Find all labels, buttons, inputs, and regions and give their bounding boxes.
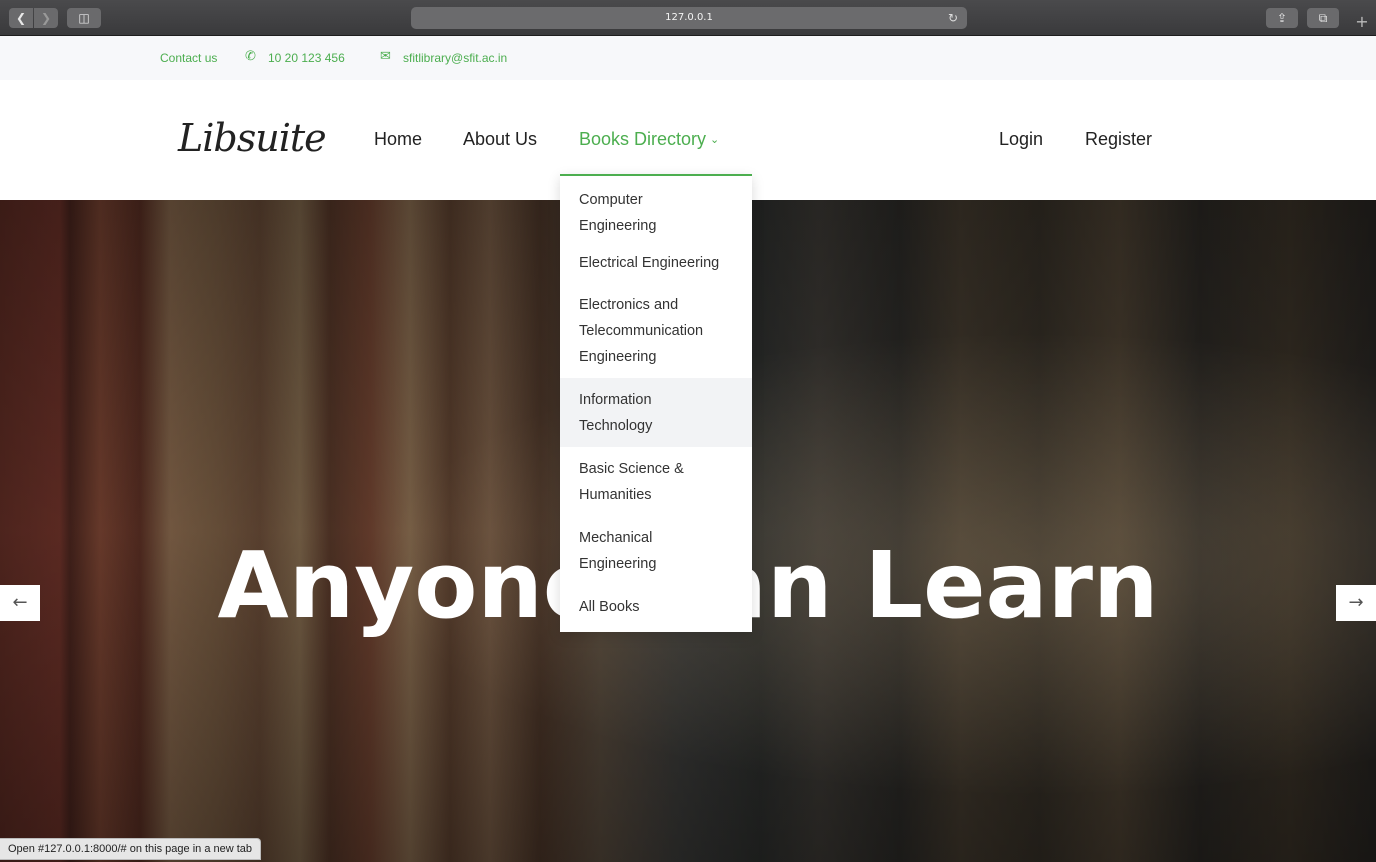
dropdown-item-label: Information [579,392,652,408]
dropdown-item-computer-engineering[interactable]: Computer Engineering [560,176,752,245]
email-link[interactable]: sfitlibrary@sfit.ac.in [403,51,507,65]
dropdown-item-information-technology[interactable]: Information Technology [560,378,752,447]
browser-status-bar: Open #127.0.0.1:8000/# on this page in a… [0,838,262,860]
dropdown-item-label: Engineering [579,218,657,234]
share-button[interactable]: ⇪ [1266,8,1298,28]
dropdown-item-label: Basic Science & [579,461,684,477]
contact-bar: Contact us ✆ 10 20 123 456 ✉ sfitlibrary… [0,36,1376,80]
dropdown-item-electrical-engineering[interactable]: Electrical Engineering [560,245,752,285]
phone-icon: ✆ [245,49,256,64]
new-tab-button[interactable]: + [1350,12,1374,32]
phone-number[interactable]: 10 20 123 456 [268,51,345,65]
contact-us-link[interactable]: Contact us [160,51,217,65]
site-logo[interactable]: Libsuite [178,116,327,160]
dropdown-item-label: Computer [579,192,643,208]
tab-overview-button[interactable]: ⧉ [1307,8,1339,28]
dropdown-item-label: Humanities [579,487,652,503]
forward-button[interactable]: ❯ [34,8,58,28]
dropdown-item-label: Electrical Engineering [579,255,720,271]
back-button[interactable]: ❮ [9,8,33,28]
dropdown-item-extc-engineering[interactable]: Electronics and Telecommunication Engine… [560,285,752,378]
dropdown-item-all-books[interactable]: All Books [560,585,752,628]
dropdown-item-label: Engineering [579,556,657,572]
carousel-next-button[interactable]: → [1336,585,1376,621]
url-text: 127.0.0.1 [665,12,713,23]
carousel-prev-button[interactable]: ← [0,585,40,621]
reload-icon[interactable]: ↻ [948,7,958,29]
nav-books-directory[interactable]: Books Directory ⌄ [579,129,719,150]
browser-toolbar: ❮ ❯ ◫ 127.0.0.1 ↻ ⇪ ⧉ + [0,0,1376,36]
books-directory-dropdown: Computer Engineering Electrical Engineer… [560,174,752,632]
chevron-down-icon: ⌄ [710,134,720,146]
dropdown-item-mechanical-engineering[interactable]: Mechanical Engineering [560,516,752,585]
nav-about-us[interactable]: About Us [463,129,537,150]
sidebar-toggle-button[interactable]: ◫ [67,8,101,28]
dropdown-item-label: Mechanical [579,530,653,546]
dropdown-item-label: All Books [579,599,640,615]
nav-login[interactable]: Login [999,129,1043,150]
nav-home[interactable]: Home [374,129,422,150]
dropdown-item-label: Electronics and [579,297,679,313]
mail-icon: ✉ [380,49,391,64]
dropdown-item-label: Engineering [579,349,657,365]
dropdown-item-basic-science-humanities[interactable]: Basic Science & Humanities [560,447,752,516]
dropdown-item-label: Technology [579,418,653,434]
nav-register[interactable]: Register [1085,129,1152,150]
address-bar[interactable]: 127.0.0.1 ↻ [411,7,967,29]
dropdown-item-label: Telecommunication [579,323,704,339]
nav-books-directory-label: Books Directory [579,129,707,149]
